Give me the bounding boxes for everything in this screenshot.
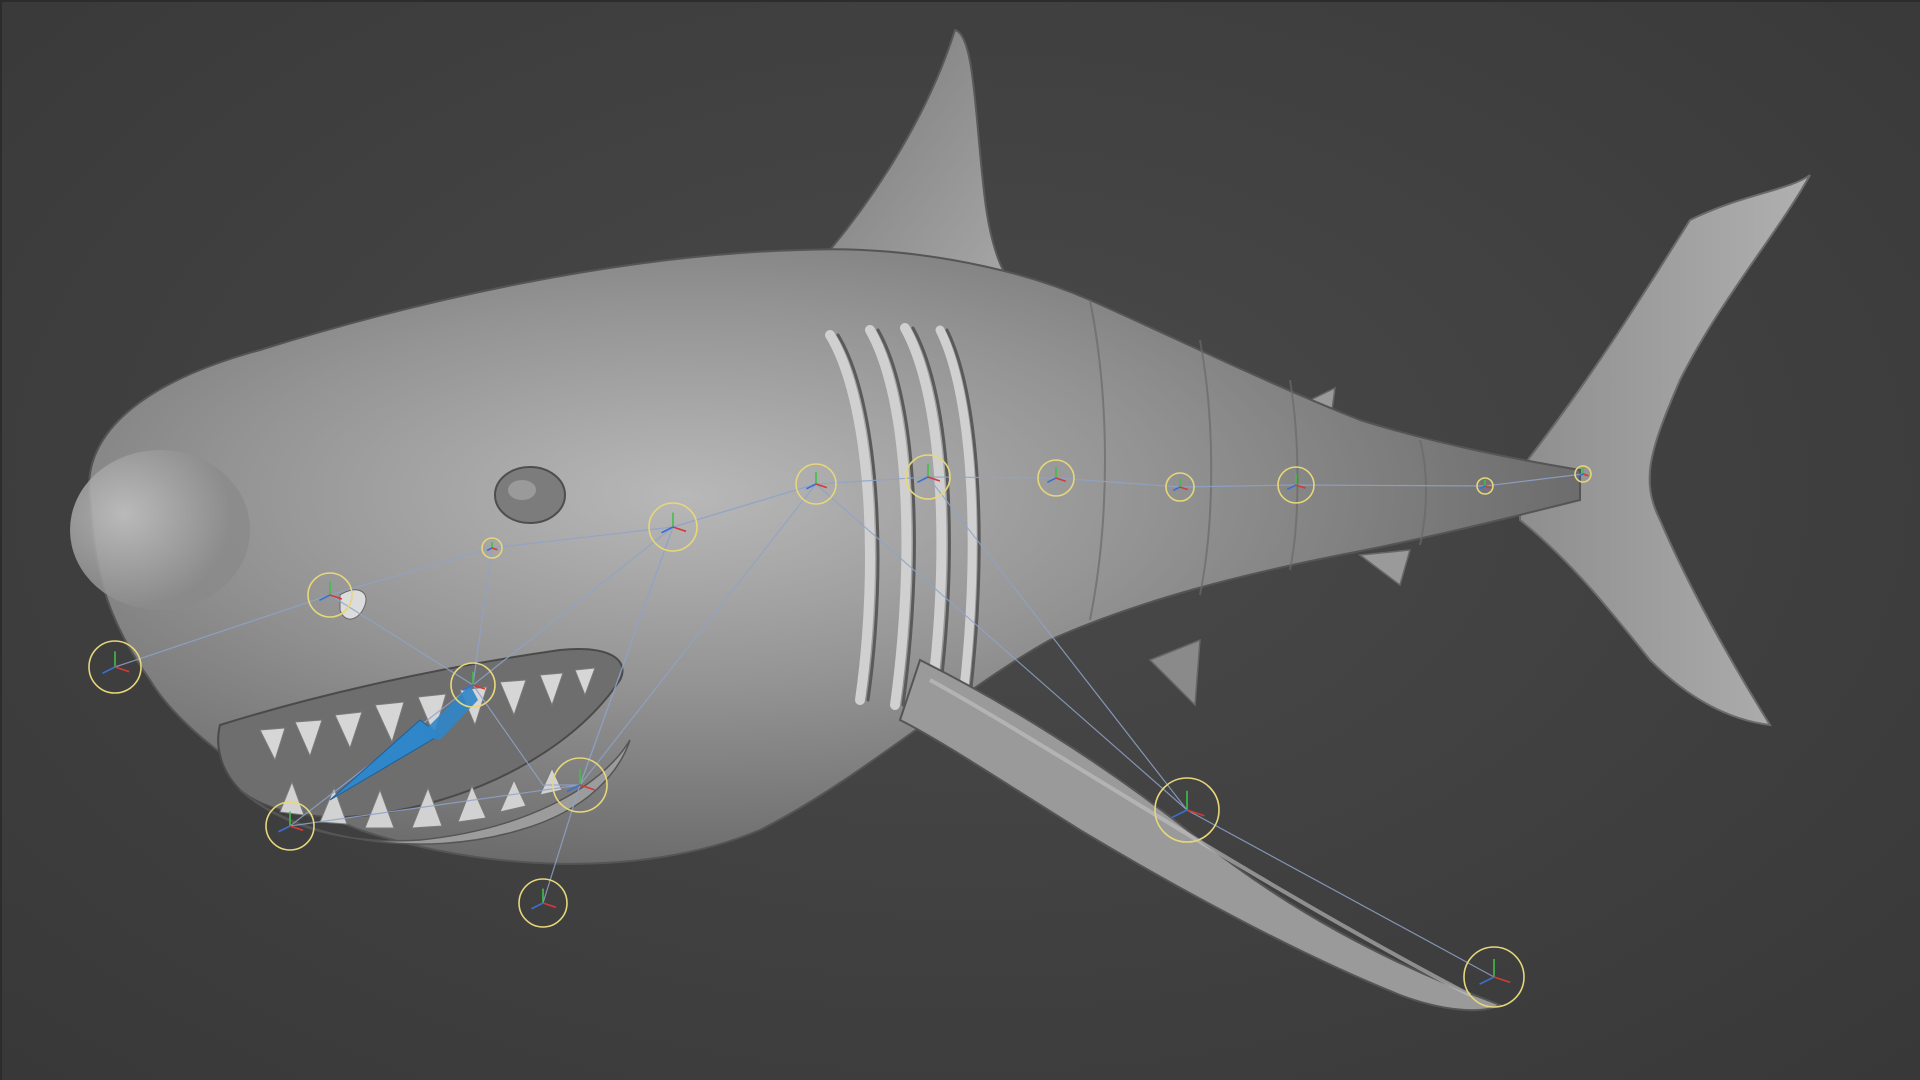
joint-axis-z [531,902,544,910]
joint-axis-x [289,825,304,832]
anal-fin [1358,549,1412,587]
dorsal-fin [828,28,1013,282]
joint-gizmo-icon[interactable] [518,878,568,928]
joint-axis-x [114,666,130,673]
joint-axis-z [1479,976,1495,985]
joint-axis-x [1493,976,1511,984]
snout [70,450,250,610]
shark-rig-scene[interactable] [0,0,1920,1080]
pelvic-fin [1148,638,1201,707]
3d-viewport[interactable] [0,0,1920,1080]
tail-fin [1519,174,1811,727]
eye-highlight [508,480,536,500]
joint-axis-z [1171,809,1188,819]
joint-axis-z [102,666,116,674]
joint-axis-x [542,902,557,909]
pectoral-fin-highlight [929,678,1471,997]
joint-gizmo-icon[interactable] [88,640,142,694]
joint-axis-z [278,825,291,833]
joint-gizmo-icon[interactable] [1463,946,1525,1008]
